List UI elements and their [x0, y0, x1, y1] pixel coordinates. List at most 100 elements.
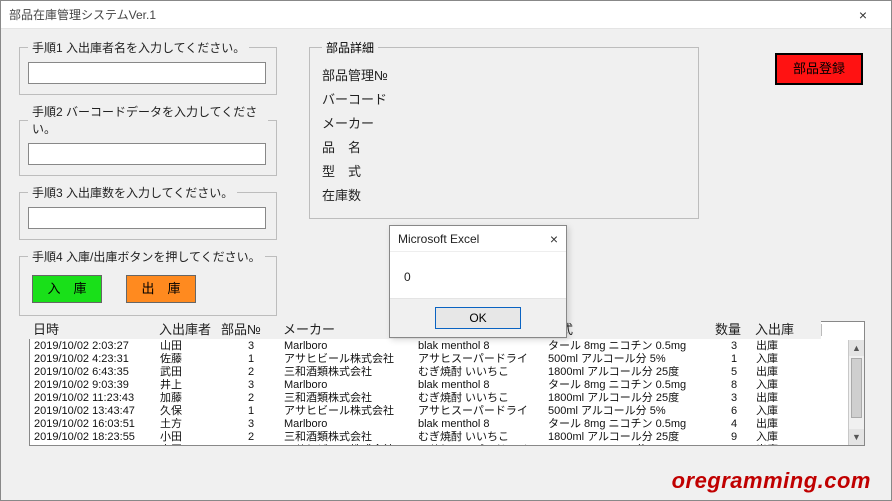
table-cell: 6 — [712, 405, 752, 418]
register-button[interactable]: 部品登録 — [775, 53, 863, 85]
table-cell: 4 — [712, 418, 752, 431]
table-cell: 土方 — [156, 418, 218, 431]
table-cell: 2019/10/02 20:43:59 — [30, 444, 156, 445]
scroll-up-icon[interactable]: ▲ — [849, 340, 864, 356]
step3-legend: 手順3 入出庫数を入力してください。 — [28, 184, 237, 201]
table-cell: 入庫 — [752, 431, 798, 444]
details-row: バーコード — [322, 88, 686, 112]
step3-group: 手順3 入出庫数を入力してください。 — [19, 184, 277, 240]
grid-rows: 2019/10/02 2:03:27山田3Marlboroblak mentho… — [30, 340, 848, 445]
table-cell: タール 8mg ニコチン 0.5mg — [544, 379, 712, 392]
table-cell: 1800ml アルコール分 25度 — [544, 366, 712, 379]
in-button[interactable]: 入 庫 — [32, 275, 102, 303]
table-cell: 山田 — [156, 340, 218, 353]
table-row[interactable]: 2019/10/02 13:43:47久保1アサヒビール株式会社アサヒスーパード… — [30, 405, 848, 418]
table-row[interactable]: 2019/10/02 16:03:51土方3Marlboroblak menth… — [30, 418, 848, 431]
grid-header-person: 入出庫者 — [155, 321, 217, 339]
table-cell: 出庫 — [752, 392, 798, 405]
details-row: メーカー — [322, 112, 686, 136]
table-cell: 出庫 — [752, 444, 798, 445]
scroll-down-icon[interactable]: ▼ — [849, 429, 864, 445]
table-cell: blak menthol 8 — [414, 340, 544, 353]
table-cell: タール 8mg ニコチン 0.5mg — [544, 418, 712, 431]
msgbox-ok-button[interactable]: OK — [435, 307, 521, 329]
window-titlebar: 部品在庫管理システムVer.1 × — [1, 1, 891, 29]
table-cell: 久保 — [156, 405, 218, 418]
watermark: oregramming.com — [672, 468, 871, 494]
table-row[interactable]: 2019/10/02 2:03:27山田3Marlboroblak mentho… — [30, 340, 848, 353]
table-cell: 3 — [712, 340, 752, 353]
table-cell: タール 8mg ニコチン 0.5mg — [544, 340, 712, 353]
grid-header-model: 型式 — [543, 321, 711, 339]
table-cell: 500ml アルコール分 5% — [544, 444, 712, 445]
table-cell: 10 — [712, 444, 752, 445]
step4-legend: 手順4 入庫/出庫ボタンを押してください。 — [28, 248, 265, 265]
grid-header-io: 入出庫 — [751, 321, 821, 339]
table-cell: 3 — [218, 418, 280, 431]
step2-legend: 手順2 バーコードデータを入力してください。 — [28, 103, 268, 137]
table-cell: 小田 — [156, 431, 218, 444]
table-cell: Marlboro — [280, 379, 414, 392]
table-cell: 太田 — [156, 444, 218, 445]
table-cell: blak menthol 8 — [414, 379, 544, 392]
table-cell: 1 — [712, 353, 752, 366]
step2-group: 手順2 バーコードデータを入力してください。 — [19, 103, 277, 176]
table-cell: 2019/10/02 13:43:47 — [30, 405, 156, 418]
table-cell: Marlboro — [280, 340, 414, 353]
table-cell: 9 — [712, 431, 752, 444]
table-cell: 2 — [218, 366, 280, 379]
grid-header-datetime: 日時 — [29, 321, 155, 339]
table-cell: 5 — [712, 366, 752, 379]
step2-input[interactable] — [28, 143, 266, 165]
table-cell: 井上 — [156, 379, 218, 392]
msgbox-titlebar: Microsoft Excel × — [390, 226, 566, 252]
grid-scrollbar[interactable]: ▲ ▼ — [848, 340, 864, 445]
window-close-icon[interactable]: × — [843, 7, 883, 23]
msgbox-close-icon[interactable]: × — [550, 231, 558, 247]
table-cell: 2 — [218, 392, 280, 405]
window-title: 部品在庫管理システムVer.1 — [9, 6, 156, 23]
msgbox-button-row: OK — [390, 298, 566, 337]
details-group: 部品詳細 部品管理№ バーコード メーカー 品 名 型 式 在庫数 — [309, 39, 699, 219]
step3-input[interactable] — [28, 207, 266, 229]
details-row: 在庫数 — [322, 184, 686, 208]
table-row[interactable]: 2019/10/02 18:23:55小田2三和酒類株式会社むぎ焼酎 いいちこ1… — [30, 431, 848, 444]
table-cell: 入庫 — [752, 405, 798, 418]
table-cell: 2019/10/02 11:23:43 — [30, 392, 156, 405]
table-cell: 500ml アルコール分 5% — [544, 405, 712, 418]
table-cell: むぎ焼酎 いいちこ — [414, 392, 544, 405]
out-button[interactable]: 出 庫 — [126, 275, 196, 303]
step1-legend: 手順1 入出庫者名を入力してください。 — [28, 39, 249, 56]
table-cell: アサヒビール株式会社 — [280, 405, 414, 418]
details-row: 型 式 — [322, 160, 686, 184]
table-cell: 入庫 — [752, 353, 798, 366]
table-cell: 2019/10/02 18:23:55 — [30, 431, 156, 444]
table-cell: アサヒスーパードライ — [414, 444, 544, 445]
table-cell: 2019/10/02 6:43:35 — [30, 366, 156, 379]
table-cell: むぎ焼酎 いいちこ — [414, 366, 544, 379]
table-row[interactable]: 2019/10/02 4:23:31佐藤1アサヒビール株式会社アサヒスーパードラ… — [30, 353, 848, 366]
table-cell: 3 — [218, 379, 280, 392]
table-cell: Marlboro — [280, 418, 414, 431]
table-cell: アサヒスーパードライ — [414, 405, 544, 418]
step1-group: 手順1 入出庫者名を入力してください。 — [19, 39, 277, 95]
table-row[interactable]: 2019/10/02 20:43:59太田1アサヒビール株式会社アサヒスーパード… — [30, 444, 848, 445]
table-cell: むぎ焼酎 いいちこ — [414, 431, 544, 444]
table-cell: blak menthol 8 — [414, 418, 544, 431]
table-cell: アサヒビール株式会社 — [280, 444, 414, 445]
details-legend: 部品詳細 — [322, 39, 378, 56]
table-cell: 出庫 — [752, 366, 798, 379]
table-cell: 1 — [218, 353, 280, 366]
table-cell: 2 — [218, 431, 280, 444]
grid-header-qty: 数量 — [711, 321, 751, 339]
table-row[interactable]: 2019/10/02 11:23:43加藤2三和酒類株式会社むぎ焼酎 いいちこ1… — [30, 392, 848, 405]
table-row[interactable]: 2019/10/02 9:03:39井上3Marlboroblak mentho… — [30, 379, 848, 392]
grid[interactable]: 2019/10/02 2:03:27山田3Marlboroblak mentho… — [29, 321, 865, 446]
scroll-thumb[interactable] — [851, 358, 862, 418]
table-cell: 3 — [218, 340, 280, 353]
step1-input[interactable] — [28, 62, 266, 84]
table-cell: 出庫 — [752, 418, 798, 431]
table-row[interactable]: 2019/10/02 6:43:35武田2三和酒類株式会社むぎ焼酎 いいちこ18… — [30, 366, 848, 379]
table-cell: アサヒスーパードライ — [414, 353, 544, 366]
table-cell: 武田 — [156, 366, 218, 379]
